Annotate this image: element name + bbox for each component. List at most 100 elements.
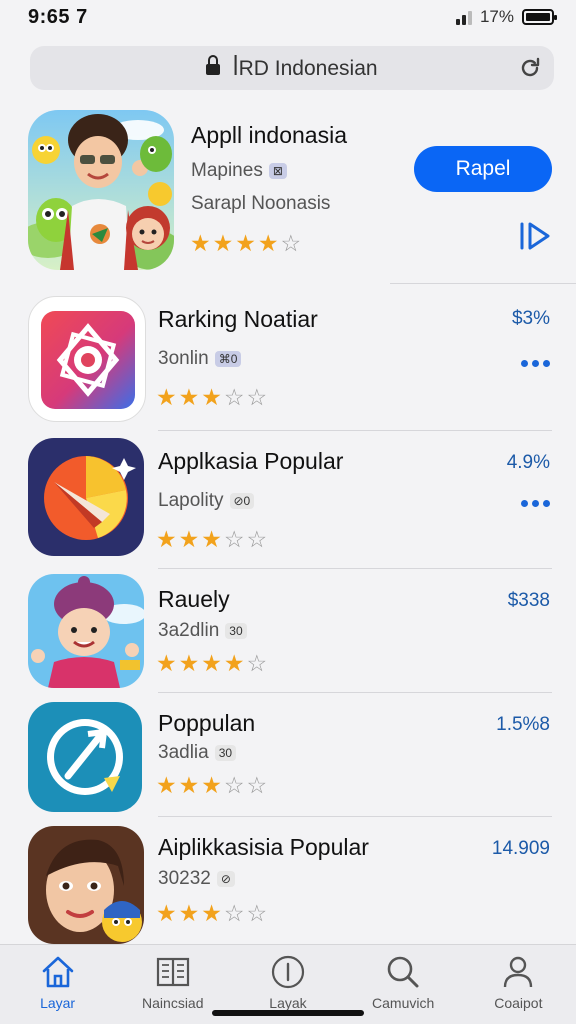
pie-compass-icon[interactable]	[28, 438, 144, 556]
featured-app-category: Mapines ⊠	[191, 160, 287, 182]
tab-label: Layak	[269, 995, 307, 1011]
star-filled-icon: ★	[257, 230, 279, 256]
star-empty-icon: ☆	[223, 526, 245, 552]
star-empty-icon: ☆	[246, 384, 268, 410]
star-empty-icon: ☆	[246, 900, 268, 926]
star-filled-icon: ★	[201, 384, 222, 410]
more-options-icon[interactable]	[521, 500, 550, 507]
cartoon-girl-icon[interactable]	[28, 826, 144, 944]
row-divider	[158, 568, 552, 569]
cartoon-boy-icon[interactable]	[28, 574, 144, 688]
address-bar[interactable]: ꟾRD Indonesian	[30, 46, 554, 90]
star-filled-icon: ★	[212, 230, 234, 256]
app-value: 4.9%	[506, 452, 550, 473]
lock-icon	[206, 55, 221, 78]
star-filled-icon: ★	[201, 526, 222, 552]
featured-app-badge: ⊠	[268, 163, 287, 179]
app-badge: ⊘0	[229, 493, 255, 509]
star-empty-icon: ☆	[246, 650, 268, 676]
featured-app[interactable]: Appll indonasia Mapines ⊠ Sarapl Noonasi…	[0, 104, 576, 284]
row-divider	[158, 816, 552, 817]
row-divider	[158, 430, 552, 431]
star-filled-icon: ★	[201, 772, 222, 798]
app-title[interactable]: Rarking Noatiar	[158, 306, 318, 333]
star-empty-icon: ☆	[223, 384, 245, 410]
star-empty-icon: ☆	[223, 900, 245, 926]
gear-badge-icon[interactable]	[28, 296, 146, 422]
app-title[interactable]: Applkasia Popular	[158, 448, 343, 475]
app-subtitle-text: 3onlin	[158, 348, 209, 369]
app-subtitle: 3adlia 30	[158, 742, 237, 764]
star-filled-icon: ★	[178, 650, 200, 676]
status-icons: 17%	[455, 7, 557, 27]
list-item[interactable]: Applkasia Popular Lapolity ⊘0 ★ ★ ★ ☆ ☆ 4.9%	[0, 432, 576, 572]
star-filled-icon: ★	[156, 772, 177, 798]
status-bar: 9:65 7 17%	[0, 0, 576, 34]
app-badge: 30	[214, 745, 237, 761]
list-item[interactable]: Rarking Noatiar 3onlin ⌘0 ★ ★ ★ ☆ ☆ $3%	[0, 290, 576, 430]
tab-layar[interactable]: Layar	[0, 945, 115, 1024]
app-title[interactable]: Poppulan	[158, 710, 255, 737]
app-title[interactable]: Aiplikkasisia Popular	[158, 834, 369, 861]
tab-coaipot[interactable]: Coaipot	[461, 945, 576, 1024]
tab-label: Coaipot	[494, 995, 543, 1011]
list-item[interactable]: Aiplikkasisia Popular 30232 ⊘ ★ ★ ★ ☆ ☆ 14.9…	[0, 820, 576, 960]
app-badge: ⊘	[216, 871, 235, 887]
more-options-icon[interactable]	[521, 360, 550, 367]
app-rating: ★ ★ ★ ★ ☆	[156, 652, 267, 675]
battery-percent: 17%	[479, 7, 514, 26]
book-icon	[156, 957, 189, 987]
star-filled-icon: ★	[156, 526, 177, 552]
featured-divider	[390, 283, 576, 284]
status-time: 9:65 7	[28, 5, 88, 28]
app-subtitle: Lapolity ⊘0	[158, 490, 255, 512]
home-indicator[interactable]	[212, 1010, 364, 1016]
featured-app-title[interactable]: Appll indonasia	[191, 122, 347, 149]
star-empty-icon: ☆	[280, 230, 302, 256]
battery-icon	[522, 9, 557, 25]
app-subtitle-text: 30232	[158, 868, 211, 889]
featured-app-developer: Sarapl Noonasis	[191, 193, 331, 214]
app-value: $338	[507, 590, 550, 611]
reload-icon[interactable]	[518, 56, 542, 80]
app-badge: 30	[225, 623, 247, 639]
star-filled-icon: ★	[201, 900, 222, 926]
cartoon-characters-icon[interactable]	[28, 110, 174, 270]
star-filled-icon: ★	[235, 230, 256, 256]
app-rating: ★ ★ ★ ☆ ☆	[156, 902, 267, 925]
address-text: ꟾRD Indonesian	[232, 56, 378, 80]
tab-label: Layar	[40, 995, 76, 1011]
person-icon	[504, 956, 533, 988]
star-filled-icon: ★	[156, 384, 177, 410]
app-rating: ★ ★ ★ ☆ ☆	[156, 386, 267, 409]
app-subtitle: 3a2dlin 30	[158, 620, 247, 642]
info-circle-icon	[271, 955, 305, 989]
star-filled-icon: ★	[178, 772, 200, 798]
app-subtitle-text: Lapolity	[158, 490, 224, 511]
app-subtitle-text: 3a2dlin	[158, 620, 220, 641]
app-rating: ★ ★ ★ ☆ ☆	[156, 774, 267, 797]
app-value: $3%	[511, 308, 550, 329]
app-badge: ⌘0	[214, 351, 242, 367]
star-empty-icon: ☆	[246, 772, 268, 798]
tab-label: Naincsiad	[142, 995, 204, 1011]
list-item[interactable]: Rauely 3a2dlin 30 ★ ★ ★ ★ ☆ $338	[0, 570, 576, 710]
list-item[interactable]: Poppulan 3adlia 30 ★ ★ ★ ☆ ☆ 1.5%8	[0, 696, 576, 836]
app-subtitle: 3onlin ⌘0	[158, 348, 242, 370]
featured-rating: ★ ★ ★ ★ ☆	[190, 232, 301, 255]
star-filled-icon: ★	[178, 526, 200, 552]
tab-label: Camuvich	[372, 995, 435, 1011]
share-icon[interactable]	[516, 220, 552, 252]
star-empty-icon: ☆	[246, 526, 268, 552]
get-button[interactable]: Rapel	[414, 146, 552, 192]
app-subtitle: 30232 ⊘	[158, 868, 235, 890]
star-filled-icon: ★	[201, 650, 222, 676]
arrow-circle-icon[interactable]	[28, 702, 142, 812]
star-filled-icon: ★	[190, 230, 211, 256]
app-title[interactable]: Rauely	[158, 586, 230, 613]
app-subtitle-text: 3adlia	[158, 742, 209, 763]
star-filled-icon: ★	[156, 900, 177, 926]
app-rating: ★ ★ ★ ☆ ☆	[156, 528, 267, 551]
star-filled-icon: ★	[178, 900, 200, 926]
app-value: 14.909	[491, 838, 550, 859]
